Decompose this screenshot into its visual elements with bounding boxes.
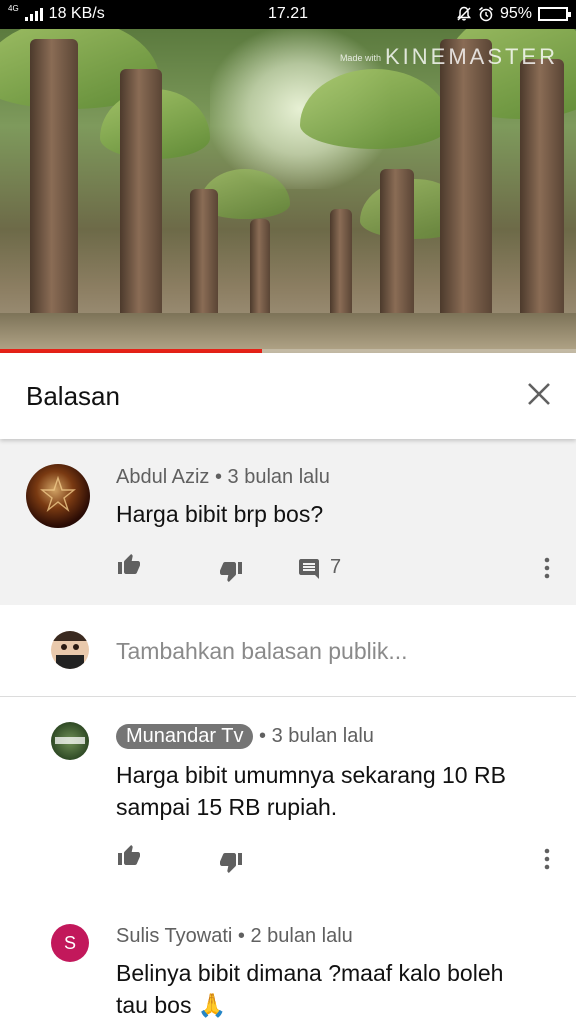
comment-time: 3 bulan lalu (227, 466, 330, 488)
pray-emoji: 🙏 (197, 992, 227, 1018)
reply-count[interactable]: 7 (330, 556, 341, 579)
more-options-icon[interactable] (543, 556, 551, 580)
comment-text: Harga bibit brp bos? (116, 501, 324, 527)
reply-text: Harga bibit umumnya sekarang 10 RB sampa… (116, 759, 506, 823)
reply-text-line: Belinya bibit dimana ?maaf kalo boleh (116, 960, 504, 986)
video-player[interactable]: Made with KINEMASTER (0, 29, 576, 353)
status-bar: 4G 18 KB/s 17.21 95% (0, 0, 576, 29)
channel-owner-badge[interactable]: Munandar Tv (116, 724, 254, 749)
reply-text-line-2: tau bos (116, 992, 192, 1018)
battery-percent: 95% (499, 5, 532, 22)
video-watermark: Made with KINEMASTER (340, 44, 558, 70)
comment-author[interactable]: Abdul Aziz (116, 466, 209, 488)
avatar[interactable] (26, 464, 90, 528)
meta-separator: • (259, 725, 267, 747)
video-ground (0, 313, 576, 353)
more-options-icon[interactable] (543, 847, 551, 871)
reply-text: Belinya bibit dimana ?maaf kalo boleh ta… (116, 957, 503, 1021)
reply-text-line: Harga bibit umumnya sekarang 10 RB (116, 762, 506, 788)
replies-list: Munandar Tv • 3 bulan lalu Harga bibit u… (0, 697, 576, 1024)
dislike-icon[interactable] (218, 850, 244, 874)
reply-text-line: tau bos 🙏 (116, 989, 503, 1021)
mute-bell-icon (456, 6, 471, 21)
parent-comment: Abdul Aziz • 3 bulan lalu Harga bibit br… (0, 439, 576, 605)
reply-input[interactable]: Tambahkan balasan publik... (116, 638, 408, 665)
reply-text-line: sampai 15 RB rupiah. (116, 794, 338, 820)
close-icon[interactable] (524, 379, 554, 409)
reply-time: 2 bulan lalu (250, 925, 353, 947)
reply-input-row[interactable]: Tambahkan balasan publik... (0, 605, 576, 697)
like-icon[interactable] (116, 844, 142, 868)
reply-time: 3 bulan lalu (271, 725, 374, 747)
dislike-icon[interactable] (218, 559, 244, 583)
alarm-icon (478, 6, 493, 22)
page-title: Balasan (26, 381, 120, 411)
meta-separator: • (237, 925, 245, 947)
like-icon[interactable] (116, 553, 142, 577)
avatar-letter: S (63, 932, 76, 953)
user-avatar (51, 631, 89, 669)
battery-icon (538, 7, 571, 21)
replies-header: Balasan (0, 353, 576, 439)
reply-meta: Sulis Tyowati • 2 bulan lalu (116, 925, 353, 948)
reply-meta: Munandar Tv • 3 bulan lalu (116, 724, 374, 749)
status-right: 95% (456, 5, 571, 23)
meta-separator: • (214, 466, 222, 488)
reply-author[interactable]: Sulis Tyowati (116, 925, 232, 947)
reply-icon[interactable] (297, 557, 321, 581)
watermark-made-with: Made with (339, 53, 381, 64)
avatar[interactable]: S (51, 924, 89, 962)
comment-meta: Abdul Aziz • 3 bulan lalu (116, 466, 330, 489)
avatar[interactable] (51, 722, 89, 760)
watermark-brand: KINEMASTER (384, 44, 558, 69)
